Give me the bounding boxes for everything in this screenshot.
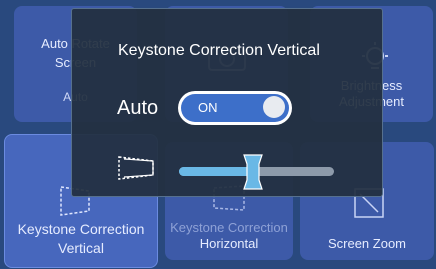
auto-toggle-knob (263, 96, 285, 118)
auto-label: Auto (117, 97, 159, 119)
tile-keystone-horizontal-title-line1: Keystone Correction (170, 220, 288, 235)
auto-toggle-track: ON (181, 94, 289, 122)
keystone-slider-thumb[interactable] (243, 154, 263, 190)
tile-keystone-vertical-title-line1: Keystone Correction (17, 221, 145, 237)
auto-toggle-state: ON (198, 100, 218, 115)
auto-toggle[interactable]: ON (178, 91, 292, 125)
dialog-title: Keystone Correction Vertical (118, 42, 320, 59)
tile-keystone-horizontal-title-line2: Horizontal (199, 236, 259, 251)
keystone-trapezoid-icon (118, 156, 154, 180)
keystone-slider-fill (179, 167, 253, 176)
tile-screen-zoom-title: Screen Zoom (327, 236, 407, 251)
tile-keystone-vertical-title-line2: Vertical (58, 240, 104, 256)
keystone-correction-dialog: Keystone Correction Vertical Auto ON (71, 8, 383, 197)
